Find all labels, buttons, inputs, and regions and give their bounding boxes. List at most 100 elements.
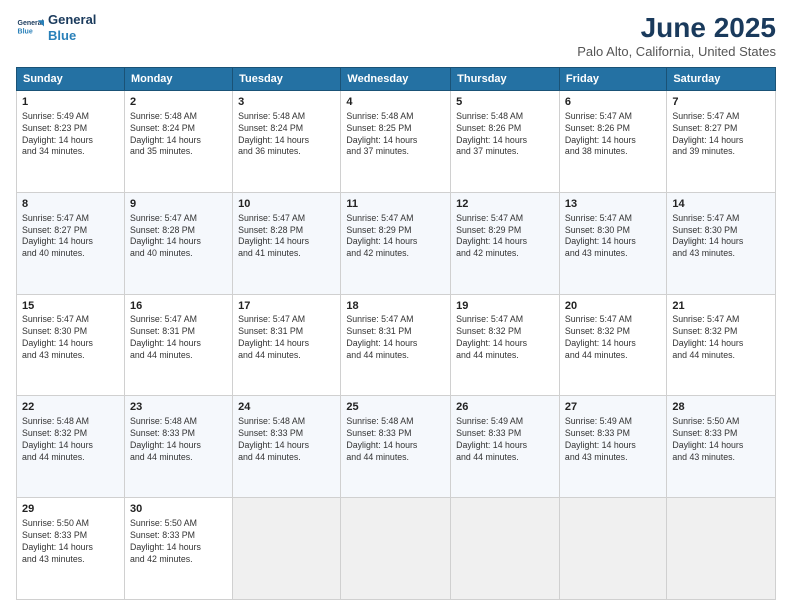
day-cell bbox=[233, 498, 341, 600]
day-cell: 23Sunrise: 5:48 AM Sunset: 8:33 PM Dayli… bbox=[124, 396, 232, 498]
day-number: 5 bbox=[456, 95, 554, 110]
day-cell: 22Sunrise: 5:48 AM Sunset: 8:32 PM Dayli… bbox=[17, 396, 125, 498]
day-cell: 29Sunrise: 5:50 AM Sunset: 8:33 PM Dayli… bbox=[17, 498, 125, 600]
day-info: Sunrise: 5:49 AM Sunset: 8:33 PM Dayligh… bbox=[456, 416, 554, 464]
day-number: 24 bbox=[238, 400, 335, 415]
day-number: 13 bbox=[565, 197, 661, 212]
day-cell: 28Sunrise: 5:50 AM Sunset: 8:33 PM Dayli… bbox=[667, 396, 776, 498]
day-number: 21 bbox=[672, 299, 770, 314]
day-info: Sunrise: 5:50 AM Sunset: 8:33 PM Dayligh… bbox=[672, 416, 770, 464]
day-cell: 15Sunrise: 5:47 AM Sunset: 8:30 PM Dayli… bbox=[17, 294, 125, 396]
day-cell: 17Sunrise: 5:47 AM Sunset: 8:31 PM Dayli… bbox=[233, 294, 341, 396]
col-header-saturday: Saturday bbox=[667, 68, 776, 91]
day-cell: 6Sunrise: 5:47 AM Sunset: 8:26 PM Daylig… bbox=[559, 91, 666, 193]
day-cell: 21Sunrise: 5:47 AM Sunset: 8:32 PM Dayli… bbox=[667, 294, 776, 396]
day-cell: 30Sunrise: 5:50 AM Sunset: 8:33 PM Dayli… bbox=[124, 498, 232, 600]
col-header-thursday: Thursday bbox=[451, 68, 560, 91]
calendar-table: SundayMondayTuesdayWednesdayThursdayFrid… bbox=[16, 67, 776, 600]
day-cell: 25Sunrise: 5:48 AM Sunset: 8:33 PM Dayli… bbox=[341, 396, 451, 498]
day-number: 26 bbox=[456, 400, 554, 415]
day-cell: 12Sunrise: 5:47 AM Sunset: 8:29 PM Dayli… bbox=[451, 192, 560, 294]
day-number: 3 bbox=[238, 95, 335, 110]
day-cell: 20Sunrise: 5:47 AM Sunset: 8:32 PM Dayli… bbox=[559, 294, 666, 396]
header: General Blue General Blue June 2025 Palo… bbox=[16, 12, 776, 59]
day-info: Sunrise: 5:47 AM Sunset: 8:32 PM Dayligh… bbox=[672, 314, 770, 362]
day-info: Sunrise: 5:47 AM Sunset: 8:28 PM Dayligh… bbox=[238, 213, 335, 261]
day-cell: 5Sunrise: 5:48 AM Sunset: 8:26 PM Daylig… bbox=[451, 91, 560, 193]
day-info: Sunrise: 5:47 AM Sunset: 8:31 PM Dayligh… bbox=[130, 314, 227, 362]
day-number: 14 bbox=[672, 197, 770, 212]
day-number: 4 bbox=[346, 95, 445, 110]
week-row-4: 22Sunrise: 5:48 AM Sunset: 8:32 PM Dayli… bbox=[17, 396, 776, 498]
day-cell: 13Sunrise: 5:47 AM Sunset: 8:30 PM Dayli… bbox=[559, 192, 666, 294]
day-info: Sunrise: 5:48 AM Sunset: 8:33 PM Dayligh… bbox=[238, 416, 335, 464]
day-info: Sunrise: 5:47 AM Sunset: 8:27 PM Dayligh… bbox=[672, 111, 770, 159]
day-cell: 10Sunrise: 5:47 AM Sunset: 8:28 PM Dayli… bbox=[233, 192, 341, 294]
day-cell: 2Sunrise: 5:48 AM Sunset: 8:24 PM Daylig… bbox=[124, 91, 232, 193]
day-info: Sunrise: 5:47 AM Sunset: 8:26 PM Dayligh… bbox=[565, 111, 661, 159]
day-number: 6 bbox=[565, 95, 661, 110]
day-info: Sunrise: 5:47 AM Sunset: 8:32 PM Dayligh… bbox=[456, 314, 554, 362]
day-number: 8 bbox=[22, 197, 119, 212]
day-cell: 24Sunrise: 5:48 AM Sunset: 8:33 PM Dayli… bbox=[233, 396, 341, 498]
day-cell: 14Sunrise: 5:47 AM Sunset: 8:30 PM Dayli… bbox=[667, 192, 776, 294]
day-number: 7 bbox=[672, 95, 770, 110]
subtitle: Palo Alto, California, United States bbox=[577, 44, 776, 59]
day-number: 12 bbox=[456, 197, 554, 212]
day-info: Sunrise: 5:47 AM Sunset: 8:27 PM Dayligh… bbox=[22, 213, 119, 261]
day-info: Sunrise: 5:48 AM Sunset: 8:24 PM Dayligh… bbox=[238, 111, 335, 159]
day-cell: 3Sunrise: 5:48 AM Sunset: 8:24 PM Daylig… bbox=[233, 91, 341, 193]
day-number: 15 bbox=[22, 299, 119, 314]
day-info: Sunrise: 5:48 AM Sunset: 8:33 PM Dayligh… bbox=[346, 416, 445, 464]
generalblue-logo-icon: General Blue bbox=[16, 14, 44, 42]
main-title: June 2025 bbox=[577, 12, 776, 44]
day-number: 17 bbox=[238, 299, 335, 314]
day-number: 1 bbox=[22, 95, 119, 110]
day-info: Sunrise: 5:47 AM Sunset: 8:29 PM Dayligh… bbox=[346, 213, 445, 261]
col-header-friday: Friday bbox=[559, 68, 666, 91]
day-number: 28 bbox=[672, 400, 770, 415]
day-info: Sunrise: 5:50 AM Sunset: 8:33 PM Dayligh… bbox=[22, 518, 119, 566]
page: General Blue General Blue June 2025 Palo… bbox=[0, 0, 792, 612]
day-cell: 16Sunrise: 5:47 AM Sunset: 8:31 PM Dayli… bbox=[124, 294, 232, 396]
day-cell bbox=[559, 498, 666, 600]
day-info: Sunrise: 5:48 AM Sunset: 8:32 PM Dayligh… bbox=[22, 416, 119, 464]
day-number: 19 bbox=[456, 299, 554, 314]
day-info: Sunrise: 5:47 AM Sunset: 8:30 PM Dayligh… bbox=[22, 314, 119, 362]
day-info: Sunrise: 5:47 AM Sunset: 8:32 PM Dayligh… bbox=[565, 314, 661, 362]
day-number: 9 bbox=[130, 197, 227, 212]
day-number: 20 bbox=[565, 299, 661, 314]
calendar-body: 1Sunrise: 5:49 AM Sunset: 8:23 PM Daylig… bbox=[17, 91, 776, 600]
logo-text: General Blue bbox=[48, 12, 96, 43]
day-info: Sunrise: 5:49 AM Sunset: 8:33 PM Dayligh… bbox=[565, 416, 661, 464]
day-info: Sunrise: 5:47 AM Sunset: 8:31 PM Dayligh… bbox=[238, 314, 335, 362]
day-cell: 19Sunrise: 5:47 AM Sunset: 8:32 PM Dayli… bbox=[451, 294, 560, 396]
day-number: 30 bbox=[130, 502, 227, 517]
day-cell: 26Sunrise: 5:49 AM Sunset: 8:33 PM Dayli… bbox=[451, 396, 560, 498]
day-info: Sunrise: 5:47 AM Sunset: 8:30 PM Dayligh… bbox=[565, 213, 661, 261]
week-row-5: 29Sunrise: 5:50 AM Sunset: 8:33 PM Dayli… bbox=[17, 498, 776, 600]
day-number: 2 bbox=[130, 95, 227, 110]
title-block: June 2025 Palo Alto, California, United … bbox=[577, 12, 776, 59]
col-header-sunday: Sunday bbox=[17, 68, 125, 91]
day-info: Sunrise: 5:48 AM Sunset: 8:24 PM Dayligh… bbox=[130, 111, 227, 159]
day-number: 23 bbox=[130, 400, 227, 415]
day-number: 29 bbox=[22, 502, 119, 517]
day-number: 10 bbox=[238, 197, 335, 212]
day-cell: 9Sunrise: 5:47 AM Sunset: 8:28 PM Daylig… bbox=[124, 192, 232, 294]
col-header-tuesday: Tuesday bbox=[233, 68, 341, 91]
day-info: Sunrise: 5:47 AM Sunset: 8:30 PM Dayligh… bbox=[672, 213, 770, 261]
day-number: 22 bbox=[22, 400, 119, 415]
day-info: Sunrise: 5:50 AM Sunset: 8:33 PM Dayligh… bbox=[130, 518, 227, 566]
day-info: Sunrise: 5:48 AM Sunset: 8:25 PM Dayligh… bbox=[346, 111, 445, 159]
svg-text:Blue: Blue bbox=[18, 28, 33, 35]
column-header-row: SundayMondayTuesdayWednesdayThursdayFrid… bbox=[17, 68, 776, 91]
day-number: 11 bbox=[346, 197, 445, 212]
day-cell: 11Sunrise: 5:47 AM Sunset: 8:29 PM Dayli… bbox=[341, 192, 451, 294]
day-cell bbox=[451, 498, 560, 600]
day-number: 16 bbox=[130, 299, 227, 314]
day-cell: 7Sunrise: 5:47 AM Sunset: 8:27 PM Daylig… bbox=[667, 91, 776, 193]
day-cell: 27Sunrise: 5:49 AM Sunset: 8:33 PM Dayli… bbox=[559, 396, 666, 498]
day-cell bbox=[667, 498, 776, 600]
day-number: 25 bbox=[346, 400, 445, 415]
